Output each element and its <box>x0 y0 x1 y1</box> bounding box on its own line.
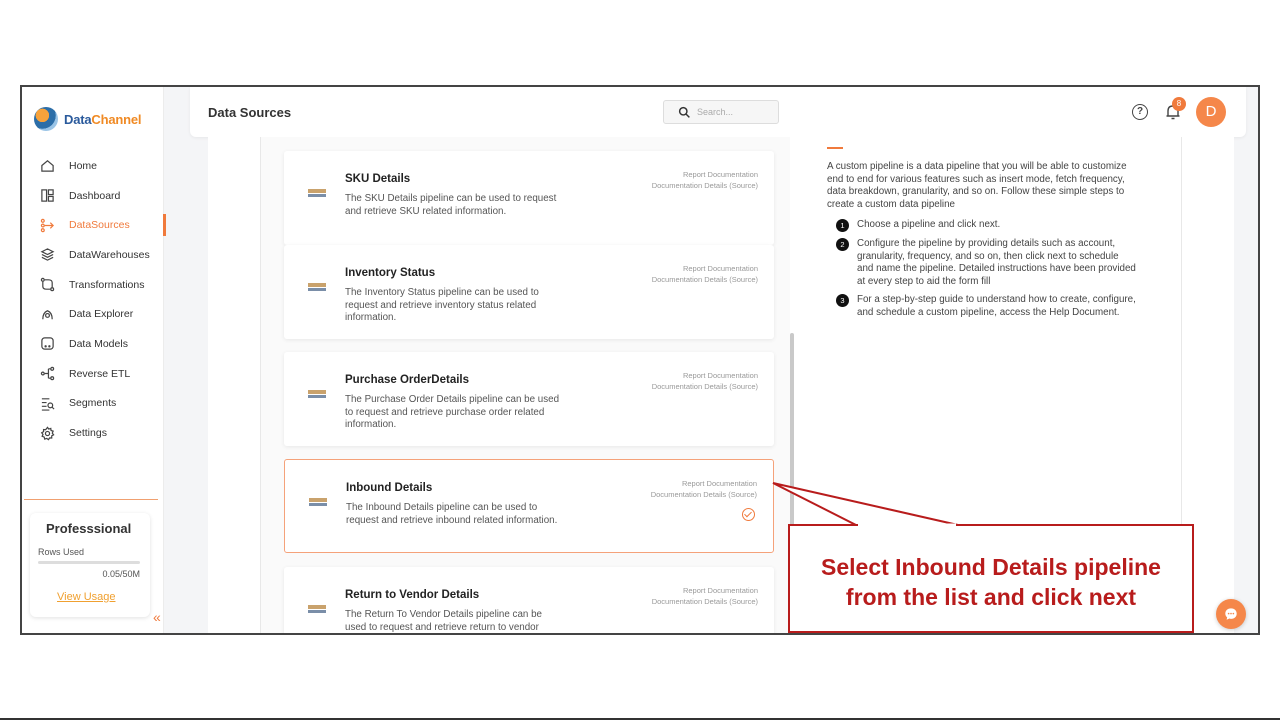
instruction-callout: Select Inbound Details pipeline from the… <box>788 524 1194 633</box>
callout-text: Select Inbound Details pipeline from the… <box>790 552 1192 612</box>
slide: DataChannel Home Dashboard DataSources D… <box>0 0 1280 720</box>
callout-line-1: Select Inbound Details pipeline <box>821 554 1161 580</box>
callout-pointer-arrow <box>772 482 959 526</box>
callout-line-2: from the list and click next <box>845 584 1137 610</box>
